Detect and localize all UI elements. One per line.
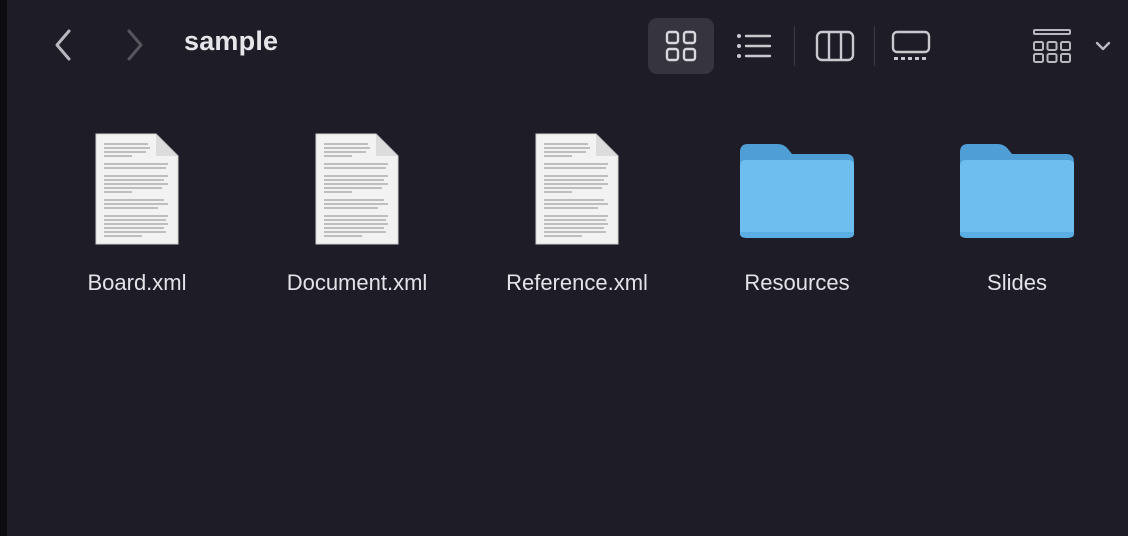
- folder-name: Slides: [987, 270, 1047, 295]
- folder-item[interactable]: Resources: [697, 110, 897, 310]
- list-icon: [737, 34, 772, 58]
- chevron-down-icon: [1095, 41, 1111, 51]
- folder-icon: [960, 144, 1074, 238]
- column-view-button[interactable]: [802, 18, 868, 74]
- list-view-button[interactable]: [721, 18, 787, 74]
- toolbar: sample: [7, 0, 1128, 90]
- grid-icon: [665, 30, 697, 62]
- folder-icon: [740, 144, 854, 238]
- file-item[interactable]: Board.xml: [37, 110, 237, 310]
- icon-view-button[interactable]: [648, 18, 714, 74]
- file-item[interactable]: Reference.xml: [477, 110, 677, 310]
- window-edge: [0, 0, 7, 536]
- gallery-view-button[interactable]: [878, 18, 944, 74]
- file-name: Document.xml: [286, 270, 428, 295]
- file-grid: Board.xml Document.xml Reference.xml Res…: [7, 110, 1128, 330]
- group-by-button[interactable]: [1032, 22, 1120, 70]
- forward-button[interactable]: [115, 24, 155, 66]
- folder-item[interactable]: Slides: [917, 110, 1117, 310]
- gallery-icon: [891, 30, 931, 60]
- window-title: sample: [184, 26, 279, 56]
- finder-window: sample Board.xml Document.xml Reference.…: [0, 0, 1128, 536]
- file-name: Reference.xml: [506, 270, 648, 295]
- xml-document-icon: [95, 133, 179, 245]
- xml-document-icon: [315, 133, 399, 245]
- back-button[interactable]: [43, 24, 83, 66]
- xml-document-icon: [535, 133, 619, 245]
- toolbar-separator: [874, 26, 875, 66]
- columns-icon: [815, 30, 855, 62]
- folder-name: Resources: [744, 270, 850, 295]
- chevron-right-icon: [127, 29, 143, 61]
- chevron-left-icon: [55, 29, 71, 61]
- toolbar-separator: [794, 26, 795, 66]
- file-name: Board.xml: [87, 270, 187, 295]
- group-grid-icon: [1033, 29, 1071, 63]
- file-item[interactable]: Document.xml: [257, 110, 457, 310]
